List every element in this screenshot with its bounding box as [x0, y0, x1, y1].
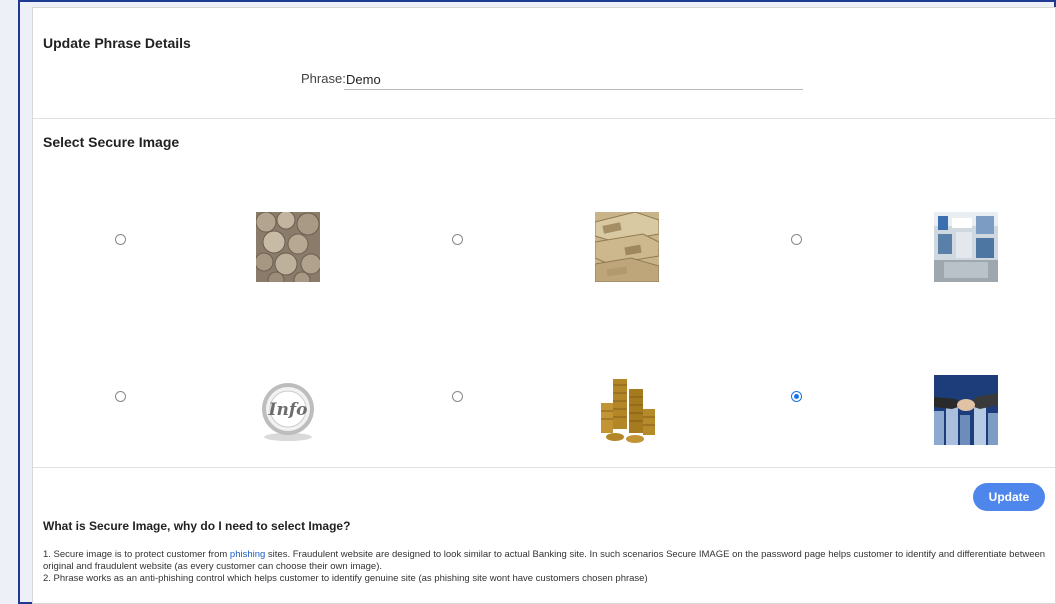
coins-pile-image[interactable]: [256, 212, 320, 282]
secure-image-card: Update Phrase Details Phrase: Select Sec…: [32, 7, 1056, 604]
phrase-label: Phrase:: [301, 71, 346, 86]
faq-item-2: 2. Phrase works as an anti-phishing cont…: [43, 573, 648, 584]
faq-item-1-prefix: 1. Secure image is to protect customer f…: [43, 549, 230, 560]
faq-text: 1. Secure image is to protect customer f…: [43, 549, 1048, 585]
phrase-section: Update Phrase Details Phrase:: [33, 8, 1055, 119]
image-radio-handshake[interactable]: [791, 391, 802, 402]
image-radio-banknotes[interactable]: [452, 234, 463, 245]
svg-text:Info: Info: [268, 400, 308, 420]
handshake-image[interactable]: [934, 375, 998, 445]
image-section-title: Select Secure Image: [43, 134, 180, 150]
image-selection-section: Select Secure Image Info: [33, 119, 1055, 468]
bank-branch-image[interactable]: [934, 212, 998, 282]
image-radio-bank-branch[interactable]: [791, 234, 802, 245]
update-button[interactable]: Update: [973, 483, 1045, 511]
coin-stacks-image[interactable]: [595, 375, 659, 445]
phishing-link[interactable]: phishing: [230, 549, 265, 560]
faq-title: What is Secure Image, why do I need to s…: [43, 519, 351, 533]
banknotes-image[interactable]: [595, 212, 659, 282]
faq-item-1: 1. Secure image is to protect customer f…: [43, 549, 1048, 573]
info-badge-image[interactable]: Info: [256, 375, 320, 445]
phrase-section-title: Update Phrase Details: [43, 35, 191, 51]
image-radio-coins-pile[interactable]: [115, 234, 126, 245]
image-radio-coin-stacks[interactable]: [452, 391, 463, 402]
phrase-input[interactable]: [344, 68, 803, 90]
image-radio-info-badge[interactable]: [115, 391, 126, 402]
